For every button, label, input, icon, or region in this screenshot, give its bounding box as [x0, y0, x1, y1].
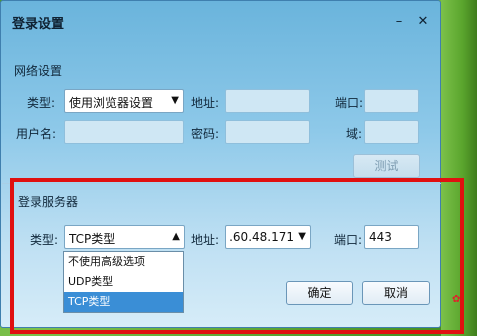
close-icon[interactable]: ✕ [412, 13, 434, 31]
network-address-label: 地址: [191, 96, 220, 110]
chevron-down-icon: ▼ [171, 95, 179, 106]
password-label: 密码: [191, 127, 220, 141]
network-type-value: 使用浏览器设置 [69, 96, 154, 110]
password-input[interactable] [225, 120, 310, 144]
network-port-label: 端口: [335, 96, 364, 110]
test-button[interactable]: 测试 [353, 154, 420, 178]
network-section-title: 网络设置 [14, 64, 63, 78]
username-input[interactable] [64, 120, 184, 144]
red-highlight-box [10, 178, 464, 334]
domain-input[interactable] [364, 120, 419, 144]
title-bar[interactable]: 登录设置 – ✕ [1, 1, 440, 35]
window-title: 登录设置 [12, 17, 65, 32]
username-label: 用户名: [16, 127, 57, 141]
network-type-label: 类型: [27, 96, 56, 110]
domain-label: 域: [346, 127, 363, 141]
minimize-icon[interactable]: – [388, 13, 410, 31]
network-type-select[interactable]: 使用浏览器设置 ▼ [64, 89, 184, 113]
network-port-input[interactable] [364, 89, 419, 113]
network-address-input[interactable] [225, 89, 310, 113]
